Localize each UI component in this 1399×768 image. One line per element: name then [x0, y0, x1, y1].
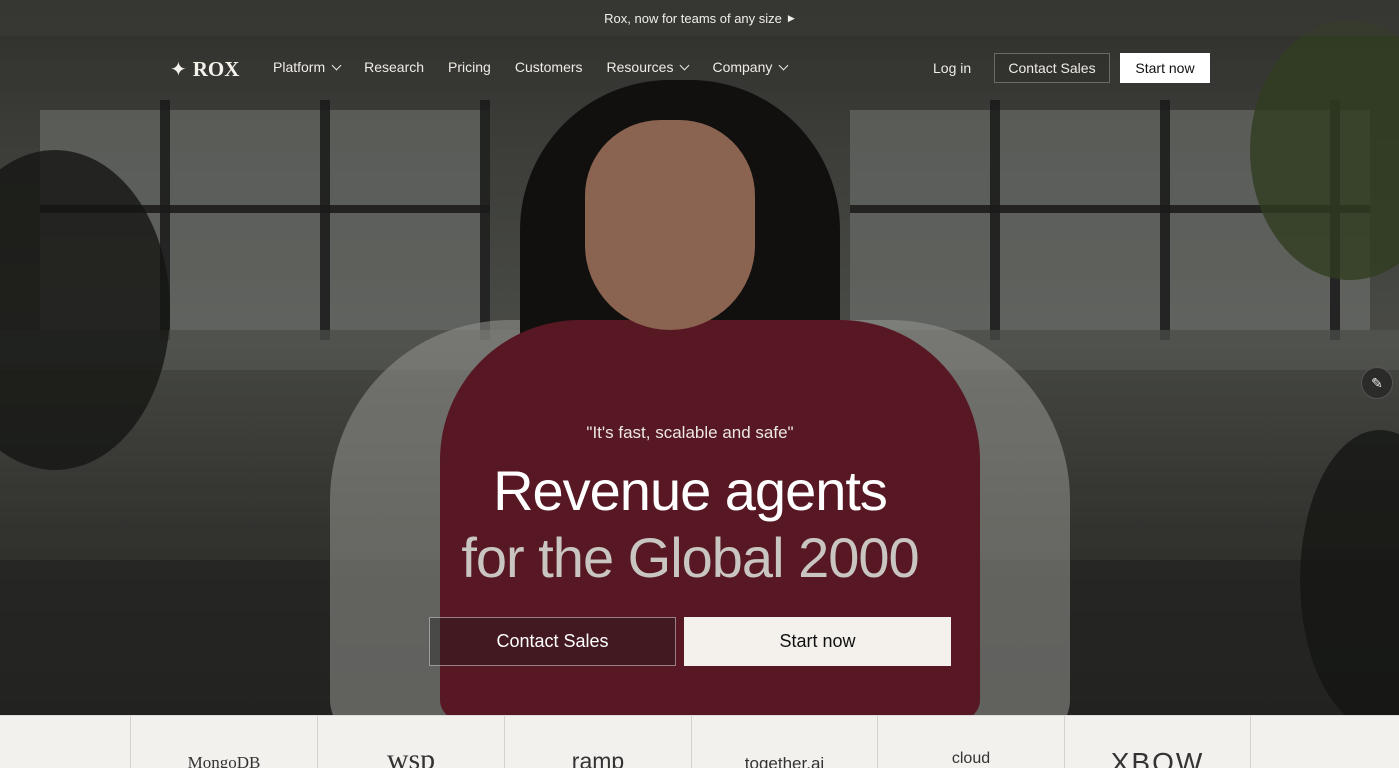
announcement-bar[interactable]: Rox, now for teams of any size ▶: [0, 0, 1399, 36]
logo-xbow: XBOW: [1064, 716, 1250, 768]
logo-cloud: cloud: [877, 716, 1064, 768]
nav-item-label: Pricing: [448, 59, 491, 75]
edit-button[interactable]: ✎: [1361, 367, 1393, 399]
logo-text: ramp: [571, 748, 625, 768]
play-triangle-icon: ▶: [787, 12, 795, 23]
hero-headline: Revenue agents: [493, 459, 888, 522]
logo-wsp: wsp: [317, 716, 504, 768]
login-link[interactable]: Log in: [933, 60, 971, 76]
chevron-down-icon: [331, 60, 342, 70]
brand-logo[interactable]: ✦ ROX: [170, 57, 239, 82]
logo-cell-empty: [1250, 716, 1399, 768]
nav-item-pricing[interactable]: Pricing: [448, 59, 491, 75]
chevron-down-icon: [680, 60, 690, 70]
nav-item-label: Research: [364, 59, 425, 75]
nav-item-company[interactable]: Company: [712, 59, 789, 75]
start-now-button[interactable]: Start now: [1120, 53, 1210, 83]
nav-item-label: Company: [712, 59, 773, 75]
pencil-icon: ✎: [1371, 374, 1383, 391]
customer-logo-strip: MongoDB wsp ramp together.ai cloud XBOW: [0, 715, 1399, 768]
logo-together-ai: together.ai: [691, 716, 877, 768]
logo-text: cloud: [951, 750, 991, 767]
top-nav: ✦ ROX Platform Research Pricing Customer…: [0, 36, 1399, 100]
logo-ramp: ramp: [504, 716, 691, 768]
nav-item-resources[interactable]: Resources: [606, 59, 690, 75]
chevron-down-icon: [778, 60, 789, 70]
hero-start-now-button[interactable]: Start now: [684, 617, 951, 666]
hero-quote: "It's fast, scalable and safe": [586, 423, 794, 442]
logo-text: XBOW: [1110, 747, 1205, 768]
logo-text: MongoDB: [187, 753, 261, 768]
nav-item-customers[interactable]: Customers: [515, 59, 583, 75]
hero-subheadline: for the Global 2000: [461, 526, 919, 589]
hero-background: [0, 0, 1399, 715]
logo-text: together.ai: [744, 754, 825, 768]
sparkle-star-icon: ✦: [170, 58, 187, 81]
logo-mongodb: MongoDB: [130, 716, 317, 768]
logo-text: wsp: [386, 743, 436, 768]
announcement-text: Rox, now for teams of any size: [604, 10, 782, 26]
nav-item-label: Resources: [606, 59, 674, 75]
brand-name: ROX: [192, 57, 240, 81]
nav-item-platform[interactable]: Platform: [273, 59, 342, 75]
nav-links: Platform Research Pricing Customers Reso…: [273, 59, 811, 75]
contact-sales-button[interactable]: Contact Sales: [994, 53, 1110, 83]
hero-contact-sales-button[interactable]: Contact Sales: [429, 617, 676, 666]
nav-item-label: Customers: [514, 59, 583, 75]
nav-item-label: Platform: [273, 59, 326, 75]
nav-item-research[interactable]: Research: [364, 59, 424, 75]
